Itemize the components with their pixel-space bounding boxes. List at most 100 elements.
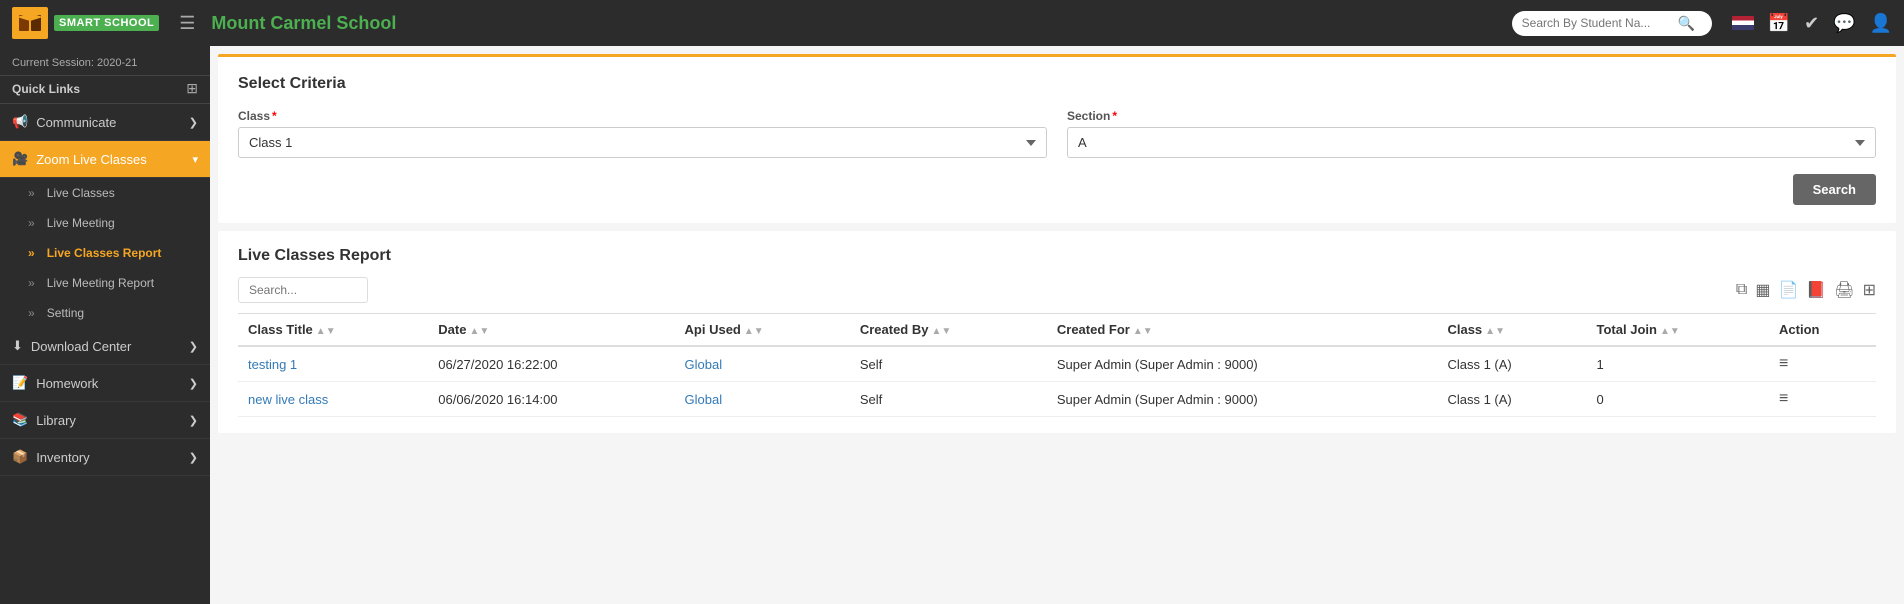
class-title-link[interactable]: testing 1 <box>248 357 297 372</box>
cell-class-title: new live class <box>238 382 428 417</box>
table-row: testing 1 06/27/2020 16:22:00 Global Sel… <box>238 346 1876 382</box>
flag-icon[interactable] <box>1732 16 1754 30</box>
pdf-icon[interactable]: 📕 <box>1806 280 1826 300</box>
hamburger-icon[interactable]: ☰ <box>179 13 195 34</box>
cell-api-used: Global <box>675 346 850 382</box>
sidebar-item-label: Zoom Live Classes <box>36 152 147 167</box>
sidebar-sub-item-live-meeting-report[interactable]: » Live Meeting Report <box>0 268 210 298</box>
logo-text: SMART SCHOOL <box>54 15 159 31</box>
cell-api-used: Global <box>675 382 850 417</box>
report-table: Class Title▲▼ Date▲▼ Api Used▲▼ Created … <box>238 313 1876 417</box>
action-menu-icon[interactable]: ≡ <box>1779 390 1788 407</box>
cell-class: Class 1 (A) <box>1437 382 1586 417</box>
sidebar-sub-label: Setting <box>47 306 84 320</box>
cell-class: Class 1 (A) <box>1437 346 1586 382</box>
sidebar-item-label: Library <box>36 413 76 428</box>
communicate-arrow: ❯ <box>189 116 198 129</box>
cell-created-by: Self <box>850 382 1047 417</box>
sub-arrow-setting: » <box>28 306 35 320</box>
table-controls: ⧉ ▦ 📄 📕 🖨 ⊞ <box>238 277 1876 303</box>
sidebar-item-library[interactable]: 📚 Library ❯ <box>0 402 210 439</box>
columns-icon[interactable]: ⊞ <box>1863 280 1876 300</box>
api-badge: Global <box>685 357 723 372</box>
cell-created-for: Super Admin (Super Admin : 9000) <box>1047 382 1438 417</box>
sidebar-item-inventory[interactable]: 📦 Inventory ❯ <box>0 439 210 476</box>
cell-class-title: testing 1 <box>238 346 428 382</box>
search-icon: 🔍 <box>1678 15 1695 32</box>
library-icon: 📚 <box>12 412 28 428</box>
class-form-group: Class* Class 1 Class 2 Class 3 Class 4 C… <box>238 109 1047 158</box>
search-input[interactable] <box>1522 16 1672 30</box>
copy-icon[interactable]: ⧉ <box>1736 281 1747 299</box>
table-search-input[interactable] <box>238 277 368 303</box>
main-content: Select Criteria Class* Class 1 Class 2 C… <box>210 46 1904 604</box>
class-select[interactable]: Class 1 Class 2 Class 3 Class 4 Class 5 <box>238 127 1047 158</box>
sidebar-item-download-center[interactable]: ⬇ Download Center ❯ <box>0 328 210 365</box>
sidebar-sub-label: Live Classes <box>47 186 115 200</box>
criteria-title: Select Criteria <box>238 75 1876 93</box>
download-icon: ⬇ <box>12 338 23 354</box>
col-class: Class▲▼ <box>1437 314 1586 347</box>
section-form-group: Section* A B C D <box>1067 109 1876 158</box>
download-arrow: ❯ <box>189 340 198 353</box>
inventory-icon: 📦 <box>12 449 28 465</box>
communicate-icon: 📢 <box>12 114 28 130</box>
form-row: Class* Class 1 Class 2 Class 3 Class 4 C… <box>238 109 1876 158</box>
app-body: Current Session: 2020-21 Quick Links ⊞ 📢… <box>0 46 1904 604</box>
whatsapp-icon[interactable]: 💬 <box>1833 13 1855 34</box>
sidebar-item-homework[interactable]: 📝 Homework ❯ <box>0 365 210 402</box>
cell-created-by: Self <box>850 346 1047 382</box>
col-action: Action <box>1769 314 1876 347</box>
excel-icon[interactable]: ▦ <box>1755 280 1770 300</box>
grid-icon[interactable]: ⊞ <box>186 80 198 97</box>
col-created-by: Created By▲▼ <box>850 314 1047 347</box>
report-section: Live Classes Report ⧉ ▦ 📄 📕 🖨 ⊞ Class Ti… <box>218 231 1896 433</box>
zoom-arrow: ▾ <box>192 153 198 166</box>
sidebar-item-label: Inventory <box>36 450 89 465</box>
print-icon[interactable]: 🖨 <box>1834 280 1854 300</box>
cell-created-for: Super Admin (Super Admin : 9000) <box>1047 346 1438 382</box>
quick-links-text: Quick Links <box>12 82 80 96</box>
sidebar-item-zoom-live-classes[interactable]: 🎥 Zoom Live Classes ▾ <box>0 141 210 178</box>
homework-icon: 📝 <box>12 375 28 391</box>
section-label: Section* <box>1067 109 1876 123</box>
homework-arrow: ❯ <box>189 377 198 390</box>
search-button[interactable]: Search <box>1793 174 1876 205</box>
calendar-icon[interactable]: 📅 <box>1768 13 1790 34</box>
class-required-star: * <box>272 109 277 123</box>
sidebar-sub-item-live-meeting[interactable]: » Live Meeting <box>0 208 210 238</box>
cell-action: ≡ <box>1769 382 1876 417</box>
col-api-used: Api Used▲▼ <box>675 314 850 347</box>
col-total-join: Total Join▲▼ <box>1587 314 1770 347</box>
sidebar-sub-item-live-classes-report[interactable]: » Live Classes Report <box>0 238 210 268</box>
sub-arrow-live-classes: » <box>28 186 35 200</box>
session-text: Current Session: 2020-21 <box>12 57 137 69</box>
sidebar-sub-item-live-classes[interactable]: » Live Classes <box>0 178 210 208</box>
search-bar[interactable]: 🔍 <box>1512 11 1712 36</box>
sidebar-item-label: Download Center <box>31 339 131 354</box>
sidebar-item-label: Homework <box>36 376 98 391</box>
class-title-link[interactable]: new live class <box>248 392 328 407</box>
section-select[interactable]: A B C D <box>1067 127 1876 158</box>
sub-arrow-meeting-report: » <box>28 276 35 290</box>
quick-links-bar: Quick Links ⊞ <box>0 76 210 104</box>
action-menu-icon[interactable]: ≡ <box>1779 355 1788 372</box>
logo-icon <box>12 7 48 39</box>
user-icon[interactable]: 👤 <box>1870 13 1892 34</box>
sidebar-sub-item-setting[interactable]: » Setting <box>0 298 210 328</box>
session-bar: Current Session: 2020-21 <box>0 46 210 76</box>
sidebar-item-communicate[interactable]: 📢 Communicate ❯ <box>0 104 210 141</box>
sidebar-sub-label: Live Meeting <box>47 216 115 230</box>
col-created-for: Created For▲▼ <box>1047 314 1438 347</box>
school-title: Mount Carmel School <box>211 13 1499 34</box>
sidebar: Current Session: 2020-21 Quick Links ⊞ 📢… <box>0 46 210 604</box>
cell-date: 06/27/2020 16:22:00 <box>428 346 674 382</box>
csv-icon[interactable]: 📄 <box>1778 280 1798 300</box>
sub-arrow-report: » <box>28 246 35 260</box>
cell-total-join: 0 <box>1587 382 1770 417</box>
table-icons: ⧉ ▦ 📄 📕 🖨 ⊞ <box>1736 280 1876 300</box>
criteria-panel: Select Criteria Class* Class 1 Class 2 C… <box>218 54 1896 223</box>
logo-area: SMART SCHOOL <box>12 7 159 39</box>
cell-action: ≡ <box>1769 346 1876 382</box>
check-icon[interactable]: ✔ <box>1804 13 1819 34</box>
